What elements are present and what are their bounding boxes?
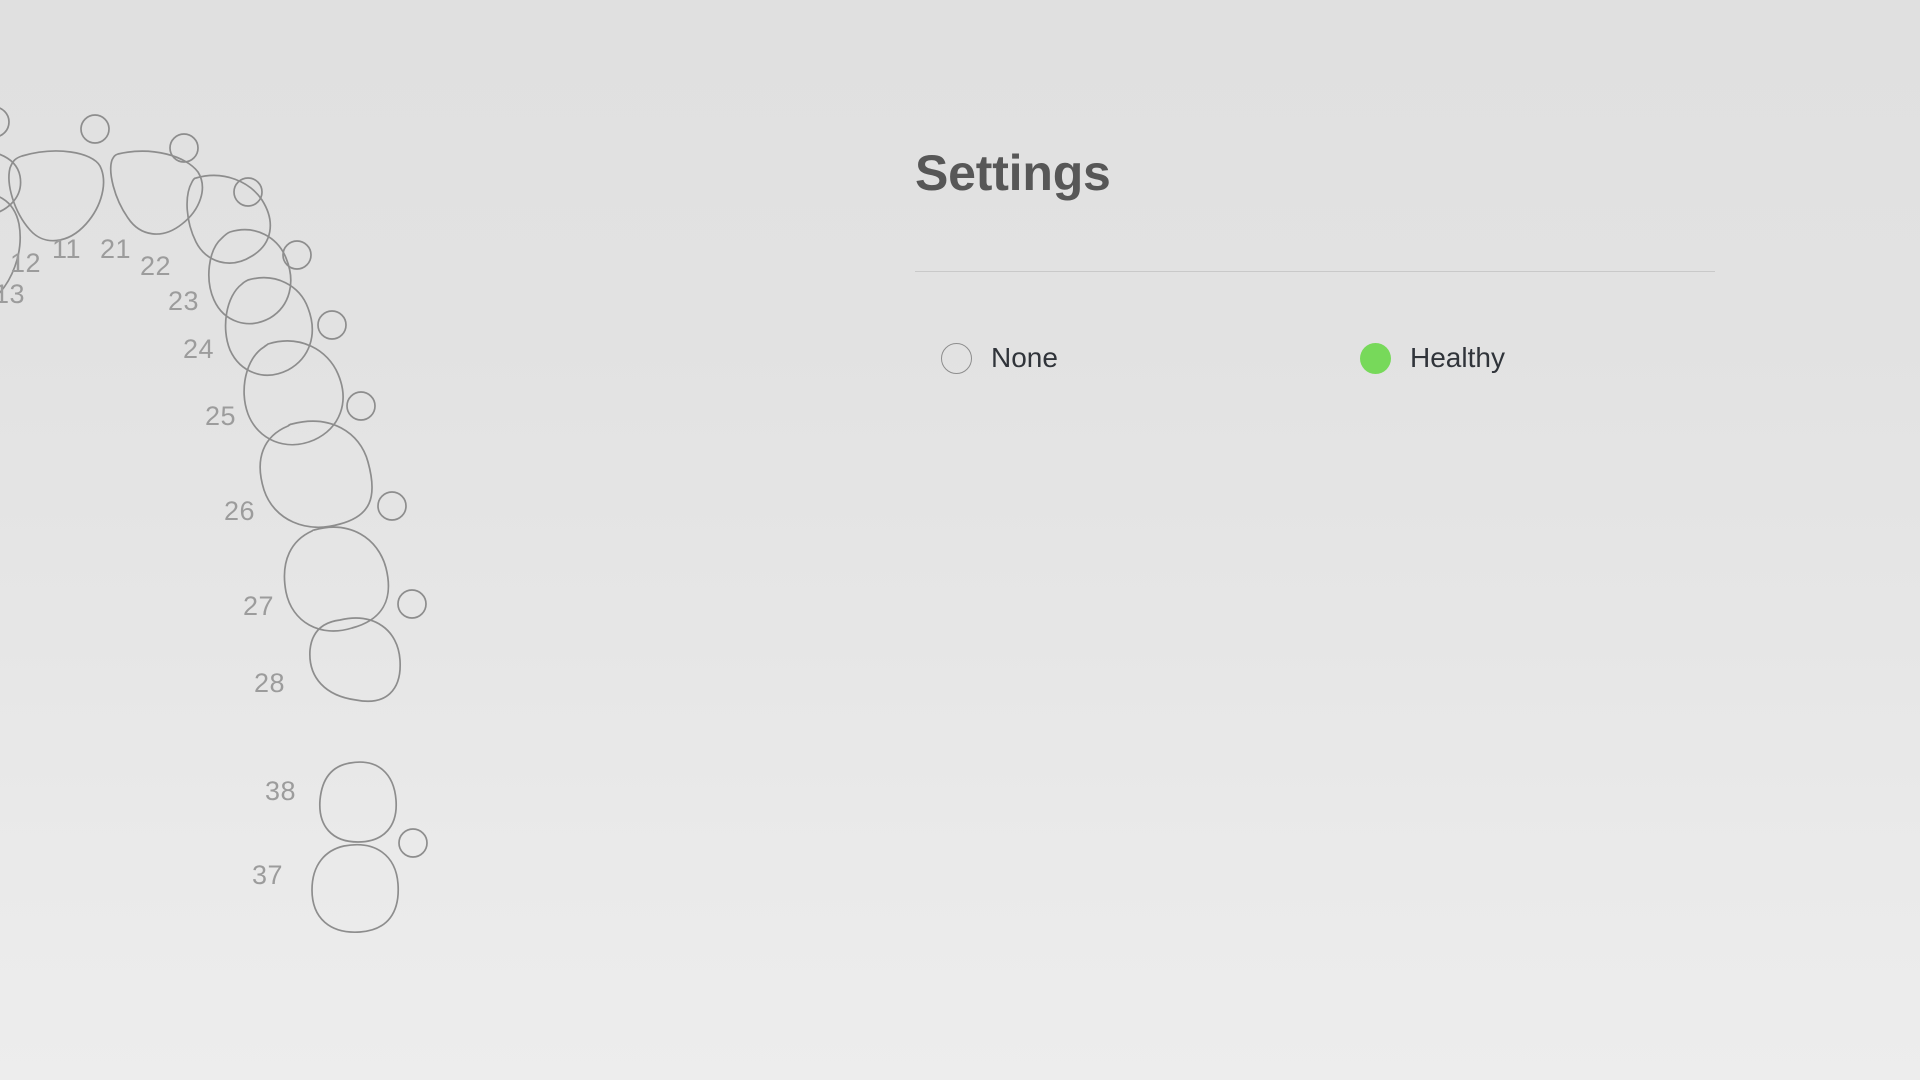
settings-divider — [915, 271, 1715, 272]
status-option-healthy[interactable]: Healthy — [1360, 338, 1505, 378]
tooth-label-38: 38 — [265, 776, 296, 806]
status-label-healthy: Healthy — [1410, 342, 1505, 373]
tooth-label-23: 23 — [168, 286, 199, 316]
tooth-22 — [186, 174, 272, 264]
tooth-25 — [243, 340, 376, 446]
tooth-label-25: 25 — [205, 401, 236, 431]
tooth-11 — [8, 114, 110, 242]
status-option-none[interactable]: None — [941, 338, 1058, 378]
tooth-label-24: 24 — [183, 334, 214, 364]
tooth-27 — [283, 526, 427, 632]
tooth-label-22: 22 — [140, 251, 171, 281]
status-label-none: None — [991, 342, 1058, 373]
tooth-label-37: 37 — [252, 860, 283, 890]
tooth-label-12: 12 — [10, 248, 41, 278]
tooth-38 — [319, 761, 397, 843]
tooth-label-13: 13 — [0, 279, 25, 309]
tooth-label-28: 28 — [254, 668, 285, 698]
status-swatch-healthy-icon — [1360, 342, 1391, 374]
odontogram-chart[interactable]: 13 12 11 21 22 23 24 25 26 27 28 38 37 — [0, 0, 900, 1080]
tooth-37 — [311, 828, 428, 933]
tooth-26 — [259, 420, 407, 528]
tooth-label-21: 21 — [100, 234, 131, 264]
tooth-label-27: 27 — [243, 591, 274, 621]
status-swatch-none-icon — [941, 342, 972, 374]
status-legend: None Healthy — [915, 338, 1715, 378]
tooth-24 — [224, 276, 347, 376]
page-title: Settings — [915, 145, 1111, 201]
tooth-label-11: 11 — [52, 234, 81, 264]
tooth-23 — [208, 228, 312, 325]
settings-panel: Settings None Healthy — [915, 0, 1735, 1080]
tooth-label-26: 26 — [224, 496, 255, 526]
